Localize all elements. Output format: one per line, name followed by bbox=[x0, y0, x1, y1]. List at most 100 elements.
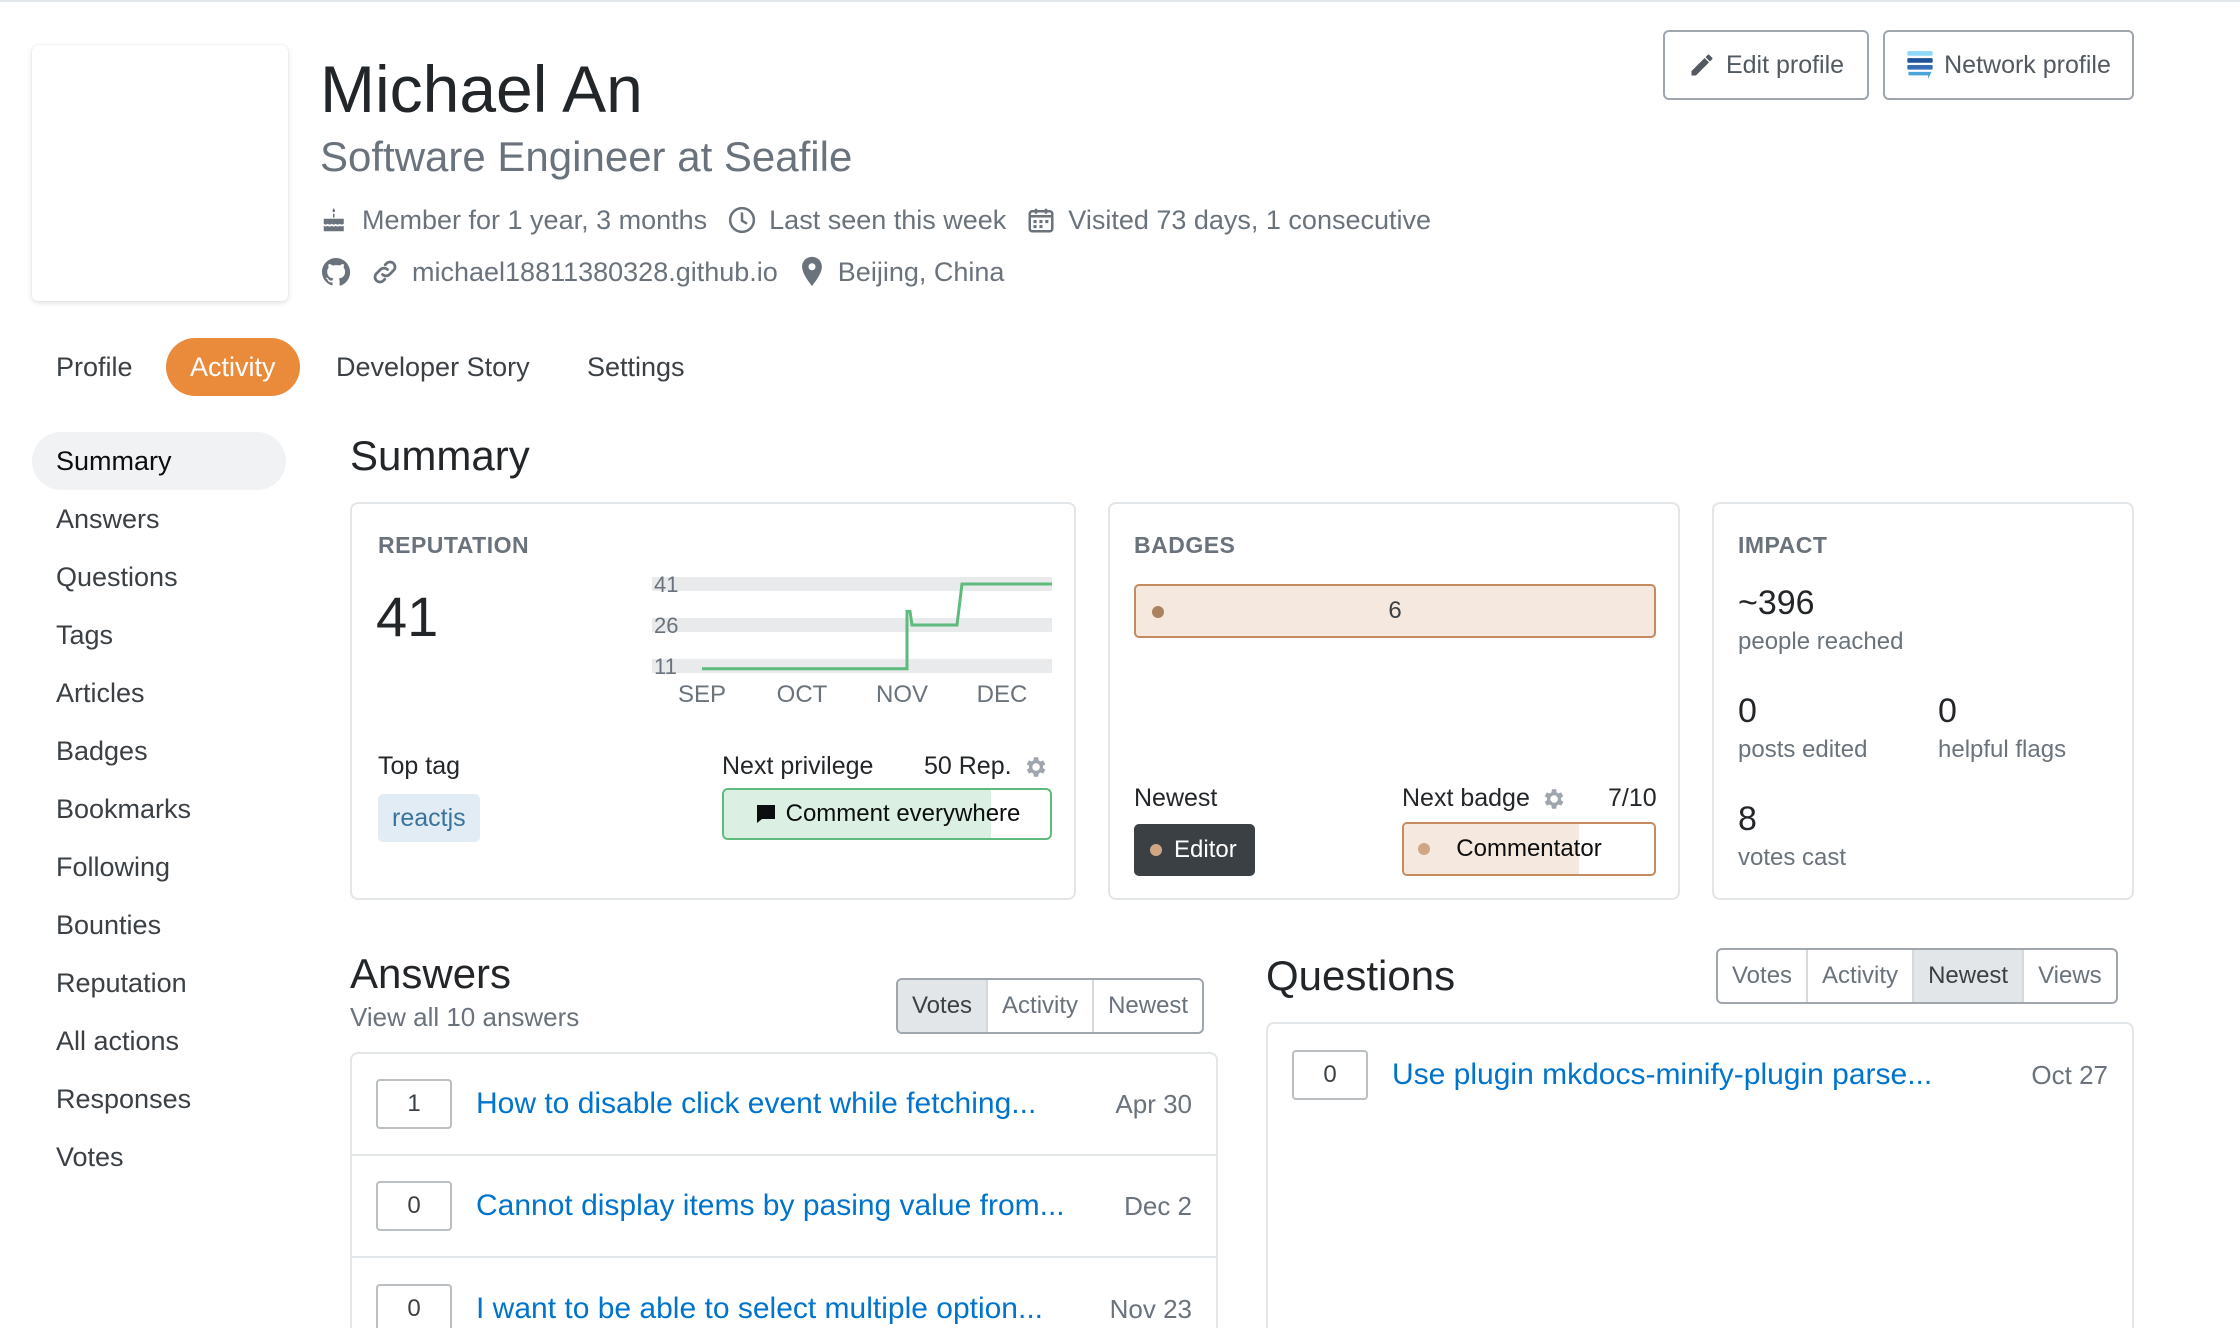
tab-settings[interactable]: Settings bbox=[563, 338, 709, 396]
sidebar-item-questions[interactable]: Questions bbox=[32, 548, 286, 606]
question-date: Oct 27 bbox=[2031, 1059, 2108, 1090]
tab-activity[interactable]: Activity bbox=[166, 338, 300, 396]
sidebar-item-all-actions[interactable]: All actions bbox=[32, 1012, 286, 1070]
website-link[interactable]: michael18811380328.github.io bbox=[370, 257, 778, 288]
edited-label: posts edited bbox=[1738, 736, 1868, 763]
bronze-badges-bar[interactable]: 6 bbox=[1134, 584, 1656, 638]
impact-label: IMPACT bbox=[1738, 532, 1828, 558]
summary-heading: Summary bbox=[350, 432, 530, 479]
sidebar-item-articles[interactable]: Articles bbox=[32, 664, 286, 722]
badges-label: BADGES bbox=[1134, 532, 1236, 558]
location: Beijing, China bbox=[798, 255, 1004, 289]
link-icon bbox=[373, 260, 397, 284]
sidebar-item-votes[interactable]: Votes bbox=[32, 1128, 286, 1186]
answers-sort-tabs: Votes Activity Newest bbox=[896, 978, 1205, 1034]
tab-settings-label: Settings bbox=[587, 351, 685, 382]
github-icon[interactable] bbox=[320, 256, 352, 288]
sidebar-item-label: Following bbox=[56, 851, 171, 882]
y-tick-label: 41 bbox=[654, 574, 678, 597]
questions-sort-activity[interactable]: Activity bbox=[1808, 950, 1915, 1002]
reputation-card: REPUTATION 41 41 26 11 SEP OCT NOV DEC Top tag… bbox=[350, 502, 1076, 900]
list-item: 1 How to disable click event while fetch… bbox=[352, 1054, 1216, 1156]
sidebar-item-answers[interactable]: Answers bbox=[32, 490, 286, 548]
pencil-icon bbox=[1691, 54, 1713, 76]
answer-date: Nov 23 bbox=[1109, 1293, 1192, 1324]
user-links-row: michael18811380328.github.io Beijing, Ch… bbox=[320, 252, 1004, 292]
sidebar-item-label: Badges bbox=[56, 735, 148, 766]
answer-title-link[interactable]: Cannot display items by pasing value fro… bbox=[476, 1189, 1124, 1223]
top-border bbox=[0, 0, 2240, 2]
sidebar-item-label: Bookmarks bbox=[56, 793, 192, 824]
next-privilege-progress[interactable]: Comment everywhere bbox=[722, 788, 1052, 840]
sidebar-item-label: Votes bbox=[56, 1141, 124, 1172]
next-privilege-rep: 50 Rep. bbox=[924, 752, 1048, 781]
member-for-text: Member for 1 year, 3 months bbox=[362, 204, 708, 235]
newest-label: Newest bbox=[1134, 784, 1218, 812]
network-profile-button[interactable]: Network profile bbox=[1883, 30, 2134, 100]
answer-title-link[interactable]: How to disable click event while fetchin… bbox=[476, 1087, 1115, 1121]
tab-developer-story[interactable]: Developer Story bbox=[312, 338, 554, 396]
next-badge-name: Commentator bbox=[1456, 835, 1602, 862]
list-item: 0 I want to be able to select multiple o… bbox=[352, 1258, 1216, 1328]
answers-sort-activity[interactable]: Activity bbox=[988, 980, 1095, 1032]
tab-profile[interactable]: Profile bbox=[32, 338, 157, 396]
stack-exchange-icon bbox=[1907, 51, 1933, 79]
privilege-content: Comment everywhere bbox=[724, 790, 1050, 838]
sidebar-item-label: Questions bbox=[56, 561, 178, 592]
user-title: Software Engineer at Seafile bbox=[320, 133, 853, 180]
answers-sort-newest[interactable]: Newest bbox=[1094, 980, 1202, 1032]
website-text: michael18811380328.github.io bbox=[412, 256, 778, 287]
next-badge-progress: 7/10 bbox=[1608, 784, 1657, 812]
y-tick-label: 26 bbox=[654, 613, 678, 638]
x-tick-label: NOV bbox=[876, 681, 928, 708]
newest-badge[interactable]: Editor bbox=[1134, 824, 1255, 876]
reputation-label: REPUTATION bbox=[378, 532, 530, 558]
answers-sort-votes[interactable]: Votes bbox=[898, 980, 989, 1032]
answer-score: 0 bbox=[376, 1181, 452, 1231]
reached-value: ~396 bbox=[1738, 584, 1815, 622]
last-seen-text: Last seen this week bbox=[769, 204, 1007, 235]
sidebar-item-bounties[interactable]: Bounties bbox=[32, 896, 286, 954]
top-tag[interactable]: reactjs bbox=[378, 794, 480, 842]
x-tick-label: OCT bbox=[777, 681, 828, 708]
question-title-link[interactable]: Use plugin mkdocs-minify-plugin parse... bbox=[1392, 1058, 2031, 1092]
sidebar-item-tags[interactable]: Tags bbox=[32, 606, 286, 664]
visited: Visited 73 days, 1 consecutive bbox=[1026, 205, 1431, 236]
answers-list: 1 How to disable click event while fetch… bbox=[350, 1052, 1218, 1328]
edit-profile-label: Edit profile bbox=[1725, 50, 1845, 79]
gridband bbox=[652, 618, 1052, 632]
avatar[interactable] bbox=[32, 45, 288, 301]
bronze-count: 6 bbox=[1388, 597, 1402, 624]
edit-profile-button[interactable]: Edit profile bbox=[1663, 30, 1869, 100]
questions-sort-newest[interactable]: Newest bbox=[1914, 950, 2025, 1002]
y-tick-label: 11 bbox=[654, 654, 677, 679]
view-all-answers-link[interactable]: View all 10 answers bbox=[350, 1002, 579, 1033]
questions-sort-votes[interactable]: Votes bbox=[1718, 950, 1809, 1002]
x-tick-label: DEC bbox=[977, 681, 1028, 708]
reached-label: people reached bbox=[1738, 628, 1904, 655]
clock-icon bbox=[729, 206, 756, 234]
calendar-icon bbox=[1028, 208, 1054, 233]
sidebar-item-summary[interactable]: Summary bbox=[32, 432, 286, 490]
sidebar-item-label: Answers bbox=[56, 503, 160, 534]
sidebar-item-badges[interactable]: Badges bbox=[32, 722, 286, 780]
visited-text: Visited 73 days, 1 consecutive bbox=[1068, 204, 1432, 235]
questions-sort-views[interactable]: Views bbox=[2024, 950, 2116, 1002]
activity-sidebar: Summary Answers Questions Tags Articles … bbox=[32, 432, 286, 1186]
sidebar-item-bookmarks[interactable]: Bookmarks bbox=[32, 780, 286, 838]
sidebar-item-label: Tags bbox=[56, 619, 114, 650]
flags-label: helpful flags bbox=[1938, 736, 2067, 763]
next-badge-bar[interactable]: Commentator bbox=[1402, 822, 1656, 876]
sidebar-item-label: All actions bbox=[56, 1025, 180, 1056]
location-pin-icon bbox=[801, 256, 822, 286]
edited-value: 0 bbox=[1738, 692, 1757, 730]
answers-heading: Answers bbox=[350, 950, 512, 997]
gear-icon[interactable] bbox=[1540, 786, 1566, 812]
gear-icon[interactable] bbox=[1022, 754, 1048, 780]
sidebar-item-responses[interactable]: Responses bbox=[32, 1070, 286, 1128]
sidebar-item-following[interactable]: Following bbox=[32, 838, 286, 896]
answer-title-link[interactable]: I want to be able to select multiple opt… bbox=[476, 1292, 1110, 1326]
flags-value: 0 bbox=[1938, 692, 1957, 730]
badges-card: BADGES 6 Newest Editor Next badge 7/10 C… bbox=[1108, 502, 1680, 900]
sidebar-item-reputation[interactable]: Reputation bbox=[32, 954, 286, 1012]
